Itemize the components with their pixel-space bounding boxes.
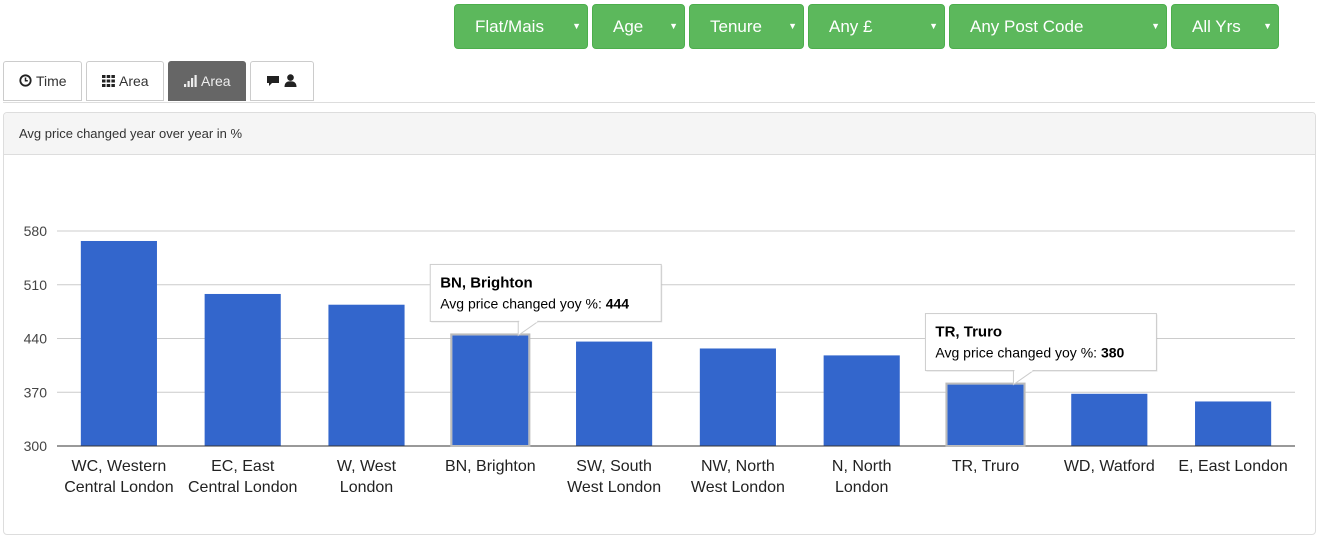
x-tick-label: SW, South xyxy=(576,458,652,475)
x-tick-label: Central London xyxy=(188,479,297,496)
y-tick-label: 300 xyxy=(24,438,48,454)
x-tick-label: E, East London xyxy=(1178,458,1287,475)
y-tick-label: 370 xyxy=(24,384,48,400)
tooltip: TR, Truro Avg price changed yoy %: 380 xyxy=(924,313,1158,386)
tooltip-value: Avg price changed yoy %: 380 xyxy=(935,345,1124,361)
x-tick-label: West London xyxy=(691,479,785,496)
tooltip-box xyxy=(429,263,662,322)
bar xyxy=(576,341,653,446)
x-tick-label: EC, East xyxy=(211,458,275,475)
x-tick-label: London xyxy=(835,479,888,496)
x-tick-label: W, West xyxy=(337,458,397,475)
tooltip-box xyxy=(924,313,1157,372)
x-tick-label: N, North xyxy=(832,458,892,475)
bar-chart: 300 370 440 510 580 WC, Western Central London… xyxy=(24,223,1295,496)
tooltip-title: BN, Brighton xyxy=(440,274,532,291)
x-tick-label: TR, Truro xyxy=(952,458,1020,475)
x-tick-label: London xyxy=(340,479,393,496)
bar xyxy=(204,293,281,446)
bar xyxy=(328,304,405,446)
x-tick-label: Central London xyxy=(64,479,173,496)
bar xyxy=(947,384,1024,446)
y-tick-label: 440 xyxy=(24,331,48,347)
bar xyxy=(1195,401,1272,446)
bar xyxy=(699,348,776,446)
tooltip-value: Avg price changed yoy %: 444 xyxy=(440,295,629,311)
tooltip-pointer xyxy=(1012,370,1036,386)
tooltip: BN, Brighton Avg price changed yoy %: 444 xyxy=(429,263,663,337)
x-tick-label: WD, Watford xyxy=(1064,458,1155,475)
y-tick-label: 580 xyxy=(24,223,48,239)
x-tick-label: NW, North xyxy=(701,458,775,475)
tooltip-pointer xyxy=(517,320,540,337)
x-tick-label: BN, Brighton xyxy=(445,458,536,475)
x-tick-label: WC, Western xyxy=(71,458,166,475)
y-tick-label: 510 xyxy=(24,277,48,293)
bar xyxy=(452,335,529,446)
bar xyxy=(1071,393,1148,446)
x-tick-label: West London xyxy=(567,479,661,496)
bar xyxy=(80,240,157,446)
bar xyxy=(823,355,900,446)
tooltip-title: TR, Truro xyxy=(935,324,1002,341)
